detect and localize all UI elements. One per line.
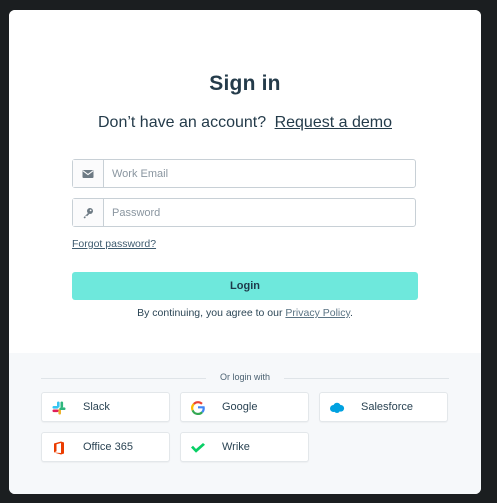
salesforce-label: Salesforce	[361, 401, 413, 413]
password-input[interactable]	[104, 199, 412, 226]
divider-line-left	[41, 378, 206, 379]
wrike-login-button[interactable]: Wrike	[180, 432, 309, 462]
slack-icon	[51, 400, 67, 416]
wrike-label: Wrike	[222, 441, 250, 453]
signin-card: Sign in Don’t have an account? Request a…	[9, 10, 481, 494]
sso-divider: Or login with	[41, 372, 449, 384]
email-input[interactable]	[104, 160, 412, 187]
google-icon	[190, 400, 206, 416]
password-field-wrapper	[72, 198, 416, 227]
terms-notice: By continuing, you agree to our Privacy …	[9, 307, 481, 319]
office365-label: Office 365	[83, 441, 133, 453]
signup-prompt: Don’t have an account? Request a demo	[9, 114, 481, 132]
salesforce-login-button[interactable]: Salesforce	[319, 392, 448, 422]
forgot-password-link[interactable]: Forgot password?	[72, 238, 156, 250]
key-icon	[73, 199, 104, 226]
email-field-wrapper	[72, 159, 416, 188]
sso-divider-text: Or login with	[219, 372, 271, 382]
google-login-button[interactable]: Google	[180, 392, 309, 422]
request-demo-link[interactable]: Request a demo	[275, 114, 392, 131]
wrike-icon	[190, 440, 206, 456]
divider-line-right	[284, 378, 449, 379]
login-button[interactable]: Login	[72, 272, 418, 300]
terms-text: By continuing, you agree to our	[137, 307, 283, 319]
privacy-policy-link[interactable]: Privacy Policy	[285, 307, 350, 319]
slack-label: Slack	[83, 401, 110, 413]
terms-suffix: .	[349, 307, 353, 319]
office365-icon	[51, 440, 67, 456]
office365-login-button[interactable]: Office 365	[41, 432, 170, 462]
page-title: Sign in	[209, 72, 281, 95]
envelope-icon	[73, 160, 104, 187]
google-label: Google	[222, 401, 258, 413]
slack-login-button[interactable]: Slack	[41, 392, 170, 422]
salesforce-icon	[329, 400, 345, 416]
no-account-text: Don’t have an account?	[98, 114, 267, 131]
signin-panel: Sign in Don’t have an account? Request a…	[9, 10, 481, 353]
